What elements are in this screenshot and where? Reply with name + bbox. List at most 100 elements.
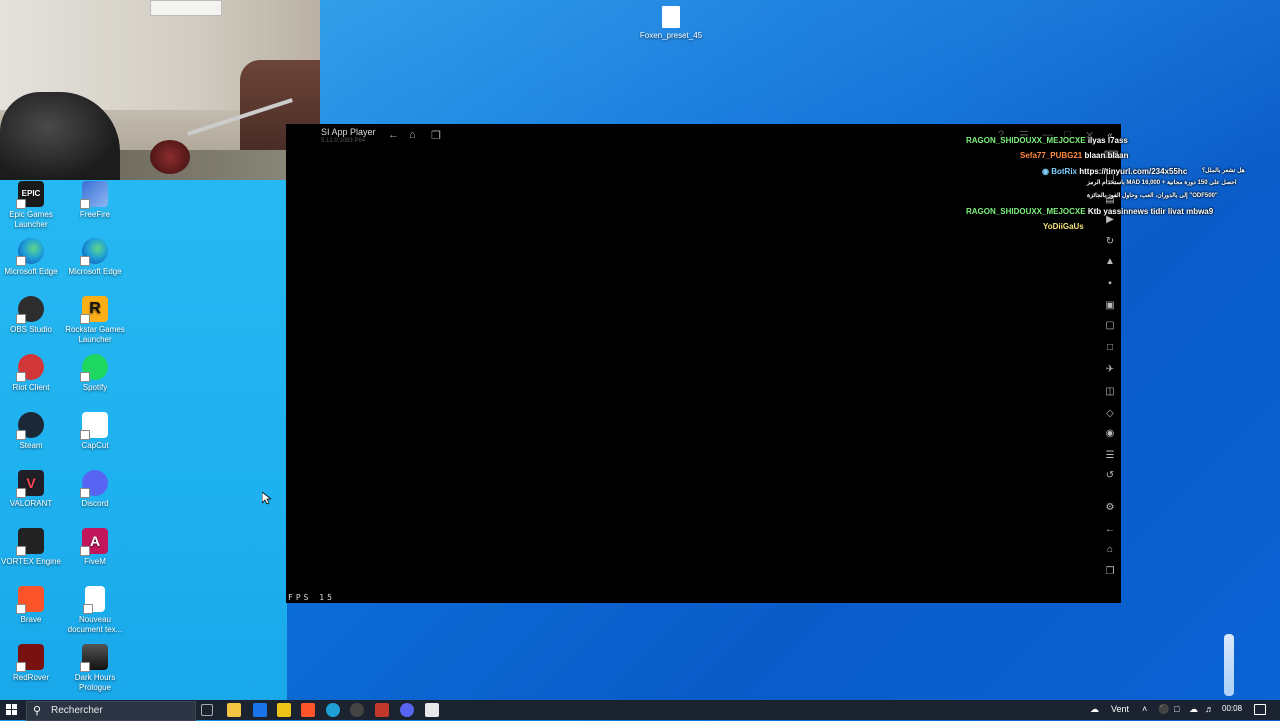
chat-text: إلى بالدوران، العب، وحاول الفوز بالجائزة… — [1087, 193, 1218, 199]
recent-apps-icon[interactable]: ❐ — [431, 129, 441, 142]
app-player-window[interactable]: SI App Player 5.12.0.1083 P64 ← ⌂ ❐ ? ☰ … — [286, 124, 1121, 603]
chat-username: YoDiiGaUs — [1043, 222, 1084, 231]
fps-icon[interactable]: ▪ — [1104, 278, 1116, 289]
home-icon[interactable]: ⌂ — [409, 129, 416, 141]
obs-icon — [16, 296, 44, 324]
network-icon[interactable]: □ — [1174, 704, 1179, 714]
edge-icon — [80, 238, 108, 266]
desktop-icon-valorant[interactable]: V VALORANT — [0, 470, 62, 509]
location-icon[interactable]: ◉ — [1104, 428, 1116, 439]
desktop-icon-label: VORTEX Engine — [1, 557, 61, 566]
chat-message: RAGON_SHIDOUXX_MEJOCXE Ktb yassinnews ti… — [966, 207, 1213, 216]
notification-icon[interactable] — [1254, 704, 1266, 715]
desktop-icon-riot[interactable]: Riot Client — [0, 354, 62, 393]
volume-icon[interactable]: ♬ — [1205, 704, 1214, 714]
windows-start-icon[interactable] — [6, 704, 18, 716]
chat-text: blaan blaan — [1084, 151, 1129, 160]
weather-icon[interactable]: ☁ — [1090, 704, 1099, 715]
desktop-icon-label: FreeFire — [79, 210, 111, 219]
freefire-icon — [80, 181, 108, 209]
obs-taskbar-icon[interactable] — [350, 703, 364, 717]
desktop-icon-vortex[interactable]: VORTEX Engine — [0, 528, 62, 567]
app-player-taskbar-icon[interactable] — [375, 703, 389, 717]
sync-icon[interactable]: ↺ — [1104, 470, 1116, 481]
airplane-icon[interactable]: ✈ — [1104, 364, 1116, 375]
fps-label: FPS — [288, 593, 312, 602]
desktop-icon-capcut[interactable]: CapCut — [64, 412, 126, 451]
back-arrow-icon[interactable]: ← — [388, 129, 399, 141]
back-icon[interactable]: ← — [1104, 524, 1116, 535]
folder-icon[interactable]: □ — [1104, 342, 1116, 353]
multi-instance-icon[interactable]: ◫ — [1104, 386, 1116, 397]
onedrive-icon[interactable]: ☁ — [1189, 704, 1198, 715]
eco-mode-icon[interactable]: ▲ — [1104, 256, 1116, 267]
chevron-up-icon[interactable]: ˄ — [1142, 704, 1147, 714]
desktop-icon-freefire[interactable]: FreeFire — [64, 181, 126, 220]
desktop-icon-label: Brave — [20, 615, 42, 624]
brave-taskbar-icon[interactable] — [301, 703, 315, 717]
spotify-icon — [80, 354, 108, 382]
brave-icon — [16, 586, 44, 614]
notepad-taskbar-icon[interactable] — [425, 703, 439, 717]
desktop-icon-spotify[interactable]: Spotify — [64, 354, 126, 393]
desktop-file-label: Foxen_preset_45 — [639, 31, 703, 40]
desktop-icon-label: Spotify — [82, 383, 108, 392]
desktop-icon-new-document[interactable]: Nouveau document tex... — [64, 586, 126, 635]
desktop-icon-brave[interactable]: Brave — [0, 586, 62, 625]
steam-icon — [16, 412, 44, 440]
webcam-frame — [150, 0, 222, 16]
app-player-title: SI App Player — [321, 127, 376, 137]
weather-text[interactable]: Vent — [1111, 704, 1129, 714]
desktop-icon-edge[interactable]: Microsoft Edge — [0, 238, 62, 277]
edge-taskbar-icon[interactable] — [326, 703, 340, 717]
desktop-icon-label: VALORANT — [9, 499, 53, 508]
file-explorer-icon[interactable] — [227, 703, 241, 717]
desktop-icon-label: FiveM — [84, 557, 106, 566]
settings-icon[interactable]: ⚙ — [1104, 502, 1116, 513]
desktop-icon-label: Steam — [19, 441, 43, 450]
discord-taskbar-icon[interactable] — [400, 703, 414, 717]
search-placeholder: Rechercher — [51, 705, 103, 716]
microphone-icon[interactable]: ⚫ — [1158, 704, 1169, 715]
taskbar-search-box[interactable]: ⚲ Rechercher — [26, 701, 196, 721]
layers-icon[interactable]: ☰ — [1104, 450, 1116, 461]
recents-icon[interactable]: ❐ — [1104, 566, 1116, 577]
chat-text: Ktb yassinnews tidir livat mbwa9 — [1087, 207, 1214, 216]
desktop-icon-label: Nouveau document tex... — [67, 615, 123, 634]
desktop-icon-epic-games[interactable]: EPIC Epic Games Launcher — [0, 181, 62, 230]
home-icon[interactable]: ⌂ — [1104, 544, 1116, 555]
erase-icon[interactable]: ◇ — [1104, 408, 1116, 419]
chat-message: إلى بالدوران، العب، وحاول الفوز بالجائزة… — [1087, 192, 1218, 199]
task-view-icon[interactable] — [201, 704, 213, 716]
desktop-icon-obs[interactable]: OBS Studio — [0, 296, 62, 335]
desktop-widget — [1224, 634, 1234, 696]
desktop-icon-label: RedRover — [12, 673, 49, 682]
desktop-icon-edge-2[interactable]: Microsoft Edge — [64, 238, 126, 277]
desktop-icon-steam[interactable]: Steam — [0, 412, 62, 451]
desktop-icon-rockstar[interactable]: R Rockstar Games Launcher — [64, 296, 126, 345]
app-player-version: 5.12.0.1083 P64 — [321, 138, 366, 144]
desktop-icon-label: Dark Hours Prologue — [74, 673, 116, 692]
desktop-file-foxen[interactable]: Foxen_preset_45 — [638, 6, 704, 40]
desktop-icon-dark-hours[interactable]: Dark Hours Prologue — [64, 644, 126, 693]
valorant-icon: V — [16, 470, 44, 498]
chat-message: هل تشعر بالملل؟ — [1202, 167, 1245, 174]
capcut-icon — [80, 412, 108, 440]
chat-message: ◉ BotRix https://tinyurl.com/234x55hc — [1042, 167, 1187, 176]
desktop-icon-discord[interactable]: Discord — [64, 470, 126, 509]
chat-message: باستخدام الرمز MAD احصل على 150 دورة مجا… — [1087, 179, 1237, 186]
fps-counter: FPS 15 — [288, 593, 335, 602]
desktop-icon-label: Discord — [81, 499, 109, 508]
fivem-icon: A — [80, 528, 108, 556]
outlook-icon[interactable] — [253, 703, 267, 717]
sticky-notes-icon[interactable] — [277, 703, 291, 717]
screenshot-icon[interactable]: ▣ — [1104, 300, 1116, 311]
discord-icon — [80, 470, 108, 498]
chat-text: ilyas l7ass — [1087, 136, 1128, 145]
desktop-icon-label: Rockstar Games Launcher — [65, 325, 125, 344]
desktop-icon-fivem[interactable]: A FiveM — [64, 528, 126, 567]
clock-time[interactable]: 00:08 — [1222, 704, 1242, 713]
desktop-icon-redrover[interactable]: RedRover — [0, 644, 62, 683]
rotate-icon[interactable]: ↻ — [1104, 236, 1116, 247]
record-icon[interactable]: ▢ — [1104, 320, 1116, 331]
